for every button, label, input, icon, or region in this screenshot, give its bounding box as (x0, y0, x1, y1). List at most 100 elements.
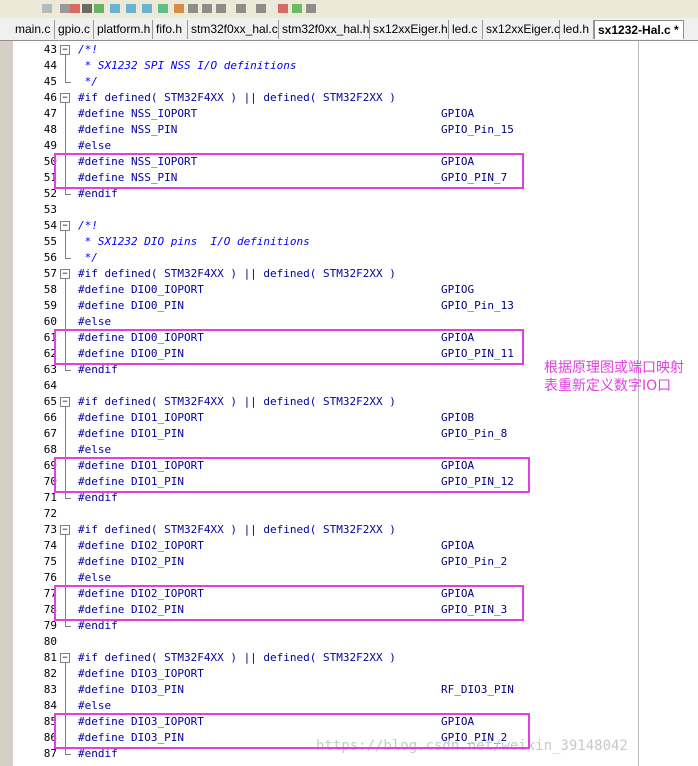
fold-toggle-icon[interactable]: − (60, 45, 70, 55)
line-number: 81 (43, 651, 57, 664)
line-number: 86 (43, 731, 57, 744)
forward-icon[interactable] (92, 0, 106, 13)
tab[interactable]: led.c (449, 20, 483, 39)
run-icon[interactable] (156, 0, 170, 13)
macro-value: GPIO_Pin_2 (441, 555, 508, 568)
tab[interactable]: fifo.h (153, 20, 188, 39)
left-panel-strip (0, 41, 13, 766)
line-number: 68 (43, 443, 57, 456)
tab-bar: main.c gpio.c platform.h fifo.h stm32f0xx_ha… (0, 18, 698, 41)
line-number: 70 (43, 475, 57, 488)
line-number: 43 (43, 43, 57, 56)
line-number: 46 (43, 91, 57, 104)
tab[interactable]: stm32f0xx_hal.c (188, 20, 279, 39)
step-icon[interactable] (124, 0, 138, 13)
line-number: 58 (43, 283, 57, 296)
play-icon[interactable] (290, 0, 304, 13)
line-number: 44 (43, 59, 57, 72)
macro-value: RF_DIO3_PIN (441, 683, 514, 696)
fold-column: − − − − − − − (57, 41, 75, 766)
line-number: 53 (43, 203, 57, 216)
code-line: #define DIO0_IOPORT (78, 283, 204, 296)
line-number: 50 (43, 155, 57, 168)
tab[interactable]: led.h (560, 20, 594, 39)
line-number: 51 (43, 171, 57, 184)
line-number: 72 (43, 507, 57, 520)
code-line: #else (78, 699, 112, 712)
fold-end (65, 258, 71, 259)
code-line: #if defined( STM32F4XX ) || defined( STM… (78, 395, 396, 408)
code-line: #else (78, 315, 112, 328)
code-line: #if defined( STM32F4XX ) || defined( STM… (78, 651, 396, 664)
code-line: #define DIO0_PIN (78, 299, 184, 312)
code-line: * SX1232 DIO pins I/O definitions (78, 235, 310, 248)
step-out-icon[interactable] (140, 0, 154, 13)
line-number: 85 (43, 715, 57, 728)
fold-toggle-icon[interactable]: − (60, 397, 70, 407)
fold-end (65, 498, 71, 499)
fold-end (65, 626, 71, 627)
code-line: /*! (78, 43, 98, 56)
fold-toggle-icon[interactable]: − (60, 93, 70, 103)
fold-guide (65, 55, 66, 82)
line-number: 57 (43, 267, 57, 280)
line-number: 71 (43, 491, 57, 504)
code-line: #if defined( STM32F4XX ) || defined( STM… (78, 91, 396, 104)
code-editor[interactable]: /*! * SX1232 SPI NSS I/O definitions */ #… (75, 41, 638, 766)
code-line: /*! (78, 219, 98, 232)
tab-active[interactable]: sx1232-Hal.c * (594, 20, 684, 39)
line-number-gutter: 43 44 45 46 47 48 49 50 51 52 53 54 55 56 57 58 59 60 61 62… (13, 41, 57, 766)
line-number: 64 (43, 379, 57, 392)
macro-value: GPIO_Pin_13 (441, 299, 514, 312)
tab[interactable]: gpio.c (55, 20, 94, 39)
line-number: 78 (43, 603, 57, 616)
tab[interactable]: main.c (12, 20, 55, 39)
back-icon[interactable] (108, 0, 122, 13)
highlight-box (54, 153, 524, 189)
tab[interactable]: sx12xxEiger.h (370, 20, 449, 39)
code-line: #define NSS_IOPORT (78, 107, 198, 120)
line-number: 62 (43, 347, 57, 360)
macro-value: GPIOA (441, 107, 475, 120)
fold-toggle-icon[interactable]: − (60, 525, 70, 535)
line-number: 76 (43, 571, 57, 584)
line-number: 60 (43, 315, 57, 328)
toolbar (0, 0, 698, 18)
fold-toggle-icon[interactable]: − (60, 269, 70, 279)
code-line: #else (78, 139, 112, 152)
line-number: 74 (43, 539, 57, 552)
line-number: 61 (43, 331, 57, 344)
code-line: #define DIO2_IOPORT (78, 539, 204, 552)
breakpoint-icon[interactable] (276, 0, 290, 13)
line-number: 65 (43, 395, 57, 408)
tab[interactable]: platform.h (94, 20, 153, 39)
code-line: #if defined( STM32F4XX ) || defined( STM… (78, 523, 396, 536)
fold-end (65, 370, 71, 371)
tab[interactable]: stm32f0xx_hal.h (279, 20, 370, 39)
code-line: #define DIO3_PIN (78, 683, 184, 696)
gear-icon[interactable] (200, 0, 214, 13)
line-number: 52 (43, 187, 57, 200)
code-line: */ (78, 251, 98, 264)
macro-value: GPIO_Pin_15 (441, 123, 514, 136)
check-icon[interactable] (40, 0, 54, 13)
code-line: */ (78, 75, 98, 88)
view-icon[interactable] (254, 0, 268, 13)
tab[interactable]: sx12xxEiger.c (483, 20, 560, 39)
code-line: #else (78, 571, 112, 584)
fold-guide (65, 231, 66, 258)
fold-toggle-icon[interactable]: − (60, 653, 70, 663)
line-number: 54 (43, 219, 57, 232)
grid-icon[interactable] (234, 0, 248, 13)
debug-icon[interactable] (172, 0, 186, 13)
line-number: 59 (43, 299, 57, 312)
window-icon[interactable] (186, 0, 200, 13)
code-line: #define DIO1_PIN (78, 427, 184, 440)
highlight-box (54, 457, 530, 493)
code-line: #else (78, 443, 112, 456)
fold-toggle-icon[interactable]: − (60, 221, 70, 231)
line-number: 56 (43, 251, 57, 264)
zoom-icon[interactable] (304, 0, 318, 13)
macro-value: GPIOB (441, 411, 475, 424)
copy-icon[interactable] (214, 0, 228, 13)
